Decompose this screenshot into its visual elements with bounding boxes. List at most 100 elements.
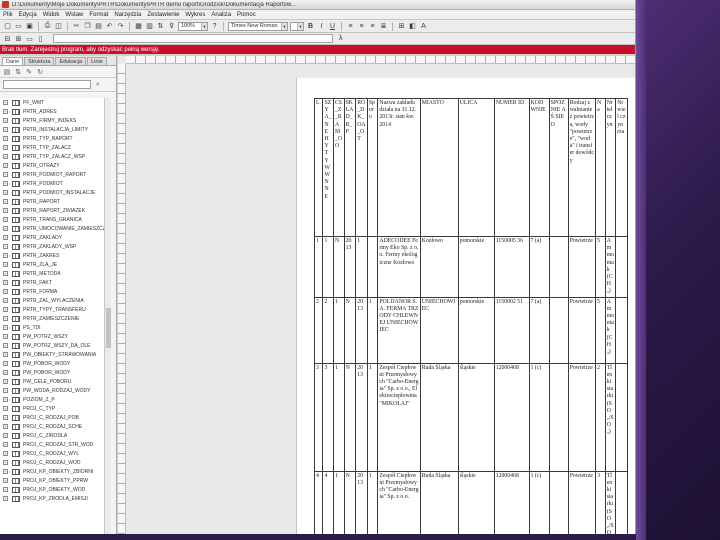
menu-item-7[interactable]: Wykres bbox=[185, 12, 205, 18]
expand-icon[interactable]: + bbox=[3, 271, 8, 276]
expand-icon[interactable]: + bbox=[3, 109, 8, 114]
tree-view-icon[interactable]: ▤ bbox=[3, 68, 11, 76]
font-select[interactable]: Times New Roman ▼ bbox=[228, 21, 288, 31]
copy-icon[interactable]: ❐ bbox=[83, 22, 92, 31]
expand-icon[interactable]: + bbox=[3, 145, 8, 150]
tree-item[interactable]: + PROJ_C_ZIRODLA bbox=[0, 431, 104, 440]
formula-input[interactable] bbox=[53, 34, 333, 43]
expand-icon[interactable]: + bbox=[3, 136, 8, 141]
menu-item-0[interactable]: Plik bbox=[3, 12, 13, 18]
expand-icon[interactable]: + bbox=[3, 442, 8, 447]
tree-item[interactable]: + PRTR_RAPORT bbox=[0, 197, 104, 206]
bold-icon[interactable]: B bbox=[306, 22, 315, 31]
tree-item[interactable]: + PRTR_PODMIOT_RAPORT bbox=[0, 170, 104, 179]
expand-icon[interactable]: + bbox=[3, 100, 8, 105]
tree-item[interactable]: + PROJ_KP_OBIEKTY_PPRW bbox=[0, 476, 104, 485]
tree-item[interactable]: + PRTR_FORMA bbox=[0, 287, 104, 296]
tree-item[interactable]: + PROJ_KP_ZRODLA_EMISJI bbox=[0, 494, 104, 503]
tree-item[interactable]: + PRTR_TYP_ZALACZ bbox=[0, 143, 104, 152]
expand-icon[interactable]: + bbox=[3, 460, 8, 465]
expand-icon[interactable]: + bbox=[3, 235, 8, 240]
expand-icon[interactable]: + bbox=[3, 379, 8, 384]
save-icon[interactable]: ▣ bbox=[25, 22, 34, 31]
merge-icon[interactable]: ▭ bbox=[25, 34, 34, 43]
split-icon[interactable]: ▯ bbox=[36, 34, 45, 43]
tree-item[interactable]: + PW_OBIEKTY_STRAWOWANIA bbox=[0, 350, 104, 359]
menu-item-3[interactable]: Wstaw bbox=[65, 12, 83, 18]
tree-item[interactable]: + PRTR_ZLA_JE bbox=[0, 260, 104, 269]
open-file-icon[interactable]: ▭ bbox=[14, 22, 23, 31]
sort-az-icon[interactable]: ⇅ bbox=[14, 68, 22, 76]
expand-icon[interactable]: + bbox=[3, 163, 8, 168]
expand-icon[interactable]: + bbox=[3, 154, 8, 159]
align-center-icon[interactable]: ≡ bbox=[357, 22, 366, 31]
tree-item[interactable]: + PRTR_ZAKLADY_WSP bbox=[0, 242, 104, 251]
menu-item-9[interactable]: Pomoc bbox=[237, 12, 256, 18]
expand-icon[interactable]: + bbox=[3, 289, 8, 294]
help-icon[interactable]: ? bbox=[210, 22, 219, 31]
expand-icon[interactable]: + bbox=[3, 316, 8, 321]
expand-icon[interactable]: + bbox=[3, 172, 8, 177]
tree-item[interactable]: + PRTR_ADRES bbox=[0, 107, 104, 116]
tree-item[interactable]: + PRTR_METODA bbox=[0, 269, 104, 278]
font-color-icon[interactable]: A bbox=[419, 22, 428, 31]
tree-item[interactable]: + PROJ_KP_OBIEKTY_WOD bbox=[0, 485, 104, 494]
tree-scrollbar-thumb[interactable] bbox=[106, 308, 111, 348]
expand-icon[interactable]: + bbox=[3, 127, 8, 132]
expand-icon[interactable]: + bbox=[3, 361, 8, 366]
expand-icon[interactable]: + bbox=[3, 397, 8, 402]
expand-icon[interactable]: + bbox=[3, 487, 8, 492]
expand-icon[interactable]: + bbox=[3, 190, 8, 195]
sort-icon[interactable]: ⇅ bbox=[156, 22, 165, 31]
panel-tab-0[interactable]: Dane bbox=[2, 57, 24, 65]
chart-icon[interactable]: ▥ bbox=[145, 22, 154, 31]
underline-icon[interactable]: U bbox=[328, 22, 337, 31]
expand-icon[interactable]: + bbox=[3, 352, 8, 357]
expand-icon[interactable]: + bbox=[3, 118, 8, 123]
expand-icon[interactable]: + bbox=[3, 298, 8, 303]
expand-icon[interactable]: + bbox=[3, 433, 8, 438]
tree-item[interactable]: + PROJ_C_RODZAJ_POB bbox=[0, 413, 104, 422]
tree-item[interactable]: + PW_WODA_RODZAJ_WODY bbox=[0, 386, 104, 395]
expand-icon[interactable]: + bbox=[3, 424, 8, 429]
expand-icon[interactable]: + bbox=[3, 199, 8, 204]
tree-item[interactable]: + PRTR_TYPY_TRANSFERU bbox=[0, 305, 104, 314]
expand-icon[interactable]: + bbox=[3, 325, 8, 330]
panel-tab-2[interactable]: Edukacja bbox=[55, 57, 87, 65]
tree-item[interactable]: + PROJ_C_RODZAJ_WYL bbox=[0, 449, 104, 458]
menu-item-2[interactable]: Widok bbox=[43, 12, 60, 18]
tree-item[interactable]: + PF_WMT bbox=[0, 98, 104, 107]
align-left-icon[interactable]: ≡ bbox=[346, 22, 355, 31]
expand-icon[interactable]: + bbox=[3, 478, 8, 483]
tree-item[interactable]: + PRTR_RAPORT_ZWIAZEK bbox=[0, 206, 104, 215]
borders-icon[interactable]: ⊞ bbox=[397, 22, 406, 31]
justify-icon[interactable]: ≣ bbox=[379, 22, 388, 31]
row-insert-icon[interactable]: ⊟ bbox=[3, 34, 12, 43]
tree-item[interactable]: + PRTR_TYP_ZALACZ_WSP bbox=[0, 152, 104, 161]
expand-icon[interactable]: + bbox=[3, 280, 8, 285]
expand-icon[interactable]: + bbox=[3, 208, 8, 213]
tree-item[interactable]: + PROJ_C_RODZAJ_SCHE bbox=[0, 422, 104, 431]
tree-item[interactable]: + PRTR_PODMIOT bbox=[0, 179, 104, 188]
expand-icon[interactable]: + bbox=[3, 343, 8, 348]
expand-icon[interactable]: + bbox=[3, 469, 8, 474]
preview-icon[interactable]: ◫ bbox=[54, 22, 63, 31]
tree-item[interactable]: + PW_POTRZ_WSZY bbox=[0, 332, 104, 341]
tree-item[interactable]: + PROJ_C_RODZAJ_STR_WOD bbox=[0, 440, 104, 449]
tree-scrollbar[interactable] bbox=[104, 98, 111, 538]
tree-item[interactable]: + PW_POBOR_WODY bbox=[0, 368, 104, 377]
table-icon[interactable]: ▦ bbox=[134, 22, 143, 31]
lambda-button[interactable]: λ bbox=[339, 35, 343, 42]
menu-item-1[interactable]: Edycja bbox=[19, 12, 37, 18]
expand-icon[interactable]: + bbox=[3, 406, 8, 411]
tree-item[interactable]: + PRTR_OTRAZY bbox=[0, 161, 104, 170]
expand-icon[interactable]: + bbox=[3, 262, 8, 267]
expand-icon[interactable]: + bbox=[3, 181, 8, 186]
filter-icon[interactable]: ⊽ bbox=[167, 22, 176, 31]
menu-item-4[interactable]: Format bbox=[89, 12, 108, 18]
expand-icon[interactable]: + bbox=[3, 226, 8, 231]
expand-icon[interactable]: + bbox=[3, 253, 8, 258]
expand-icon[interactable]: + bbox=[3, 217, 8, 222]
zoom-select[interactable]: 100% ▼ bbox=[178, 21, 208, 31]
tree-item[interactable]: + PRTR_ZAL_WYLACZENIA bbox=[0, 296, 104, 305]
